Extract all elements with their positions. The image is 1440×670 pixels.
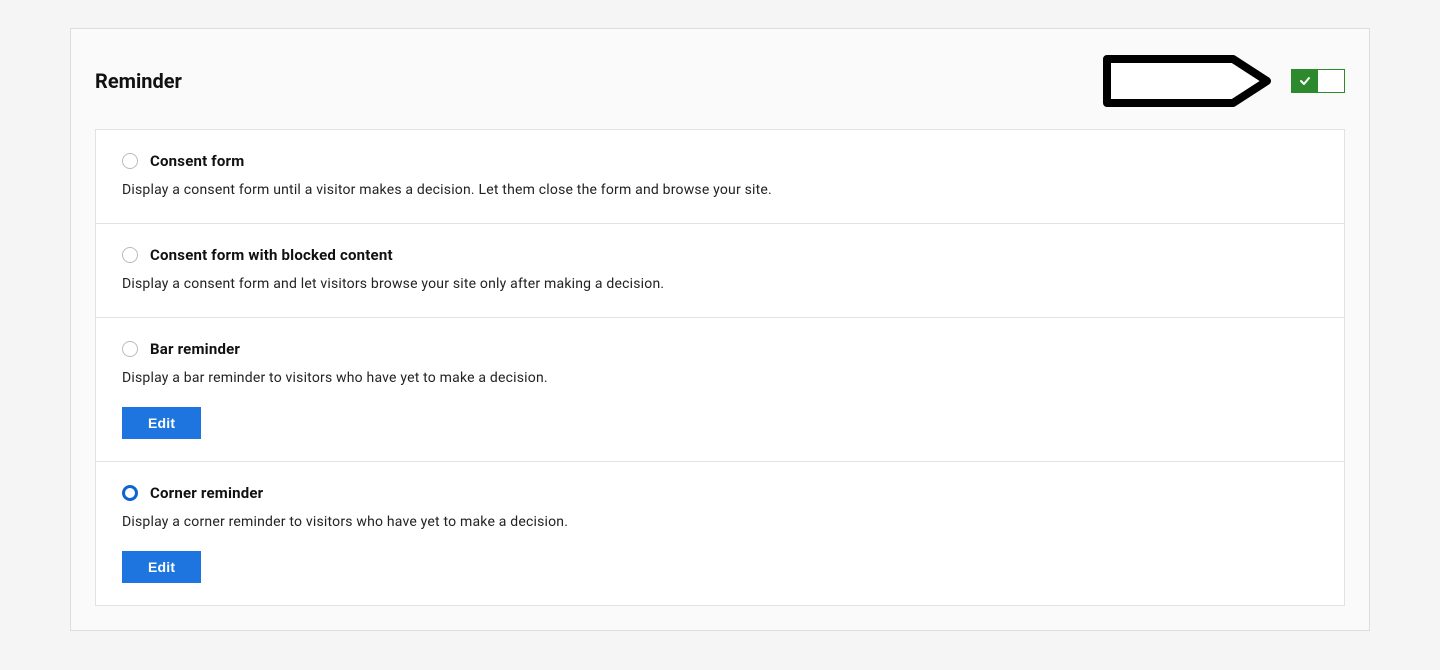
option-head: Bar reminder <box>122 340 1318 358</box>
option-corner-reminder[interactable]: Corner reminder Display a corner reminde… <box>96 462 1344 605</box>
option-head: Corner reminder <box>122 484 1318 502</box>
option-head: Consent form with blocked content <box>122 246 1318 264</box>
option-description: Display a consent form and let visitors … <box>122 274 1318 295</box>
toggle-on-side <box>1292 70 1318 92</box>
option-title: Corner reminder <box>150 484 263 502</box>
reminder-toggle[interactable] <box>1291 69 1345 93</box>
option-head: Consent form <box>122 152 1318 170</box>
option-title: Consent form <box>150 152 244 170</box>
check-icon <box>1299 75 1311 87</box>
section-title: Reminder <box>95 69 182 93</box>
radio-consent-form[interactable] <box>122 153 138 169</box>
reminder-panel: Reminder Consent form <box>70 28 1370 631</box>
radio-consent-form-blocked[interactable] <box>122 247 138 263</box>
radio-corner-reminder[interactable] <box>122 485 138 501</box>
option-consent-form-blocked[interactable]: Consent form with blocked content Displa… <box>96 224 1344 318</box>
tag-icon <box>1101 53 1273 109</box>
option-title: Consent form with blocked content <box>150 246 393 264</box>
edit-button-bar-reminder[interactable]: Edit <box>122 407 201 439</box>
toggle-off-side <box>1318 70 1344 92</box>
option-title: Bar reminder <box>150 340 240 358</box>
option-consent-form[interactable]: Consent form Display a consent form unti… <box>96 130 1344 224</box>
radio-bar-reminder[interactable] <box>122 341 138 357</box>
header-controls <box>1101 53 1345 109</box>
option-description: Display a consent form until a visitor m… <box>122 180 1318 201</box>
option-bar-reminder[interactable]: Bar reminder Display a bar reminder to v… <box>96 318 1344 462</box>
panel-header: Reminder <box>95 53 1345 109</box>
option-description: Display a bar reminder to visitors who h… <box>122 368 1318 389</box>
edit-button-corner-reminder[interactable]: Edit <box>122 551 201 583</box>
options-list: Consent form Display a consent form unti… <box>95 129 1345 606</box>
option-description: Display a corner reminder to visitors wh… <box>122 512 1318 533</box>
